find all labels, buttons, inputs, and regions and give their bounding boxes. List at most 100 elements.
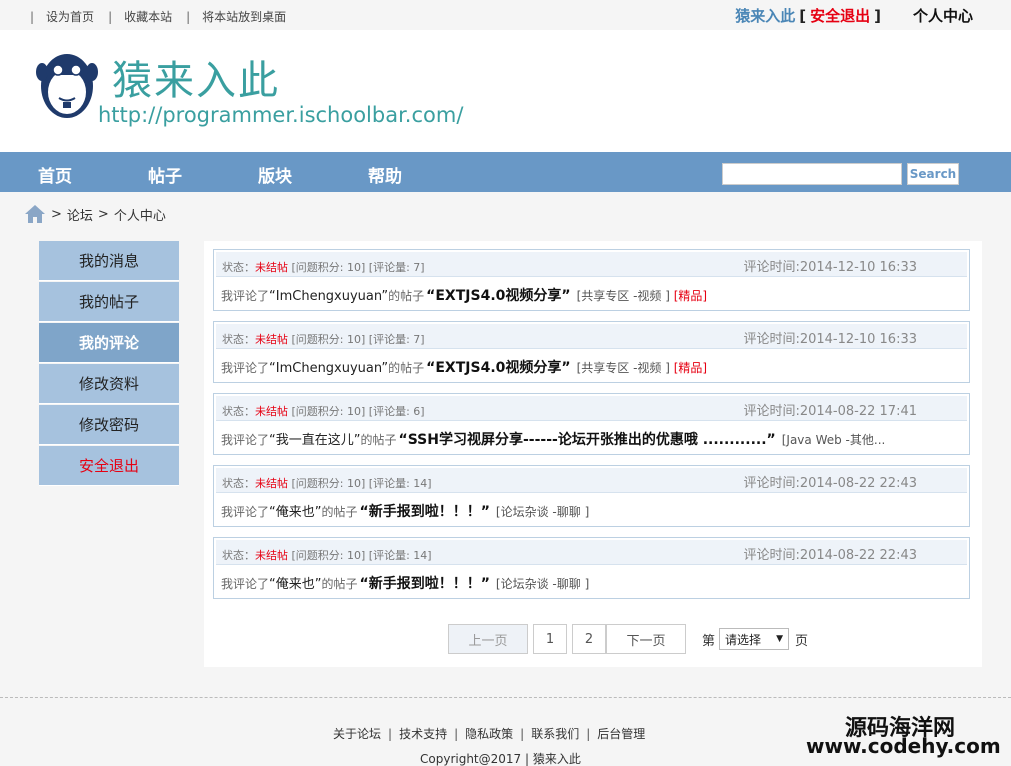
nav-item-help[interactable]: 帮助 [368,162,402,187]
post-author[interactable]: “ImChengxuyuan” [269,361,388,376]
footer-link-support[interactable]: 技术支持 [399,725,447,742]
comment-status: 状态：未结帖 [问题积分: 10] [评论量: 7] [222,331,425,347]
top-links: | 设为首页 | 收藏本站 | 将本站放到桌面 [22,8,286,25]
bracket-close: ] [874,6,881,25]
comment-card-header: 状态：未结帖 [问题积分: 10] [评论量: 7] 评论时间:2014-12-1… [216,252,967,277]
status-label: 状态： [222,261,255,274]
breadcrumb-sep: > [51,206,62,222]
footer-link-sep: | [586,726,591,741]
search-input[interactable] [722,163,902,185]
sidebar-item-my-posts[interactable]: 我的帖子 [39,282,179,322]
comment-mid: 的帖子 [388,289,425,303]
comment-mid: 的帖子 [388,361,425,375]
comment-body: 我评论了“我一直在这儿”的帖子 “SSH学习视屏分享------论坛开张推出的优惠… [221,429,965,449]
comment-meta: [问题积分: 10] [评论量: 7] [291,333,425,346]
comment-card: 状态：未结帖 [问题积分: 10] [评论量: 14] 评论时间:2014-08-… [213,537,970,599]
current-username[interactable]: 猿来入此 [735,5,795,26]
post-featured-tag: [精品] [673,289,708,303]
comment-mid: 的帖子 [360,433,397,447]
post-title-link[interactable]: “新手报到啦！！！” [360,576,490,592]
footer-link-about[interactable]: 关于论坛 [333,725,381,742]
comment-status: 状态：未结帖 [问题积分: 10] [评论量: 6] [222,403,425,419]
post-board-tag[interactable]: [论坛杂谈 -聊聊 ] [496,577,589,591]
comment-prefix: 我评论了 [221,433,270,447]
post-board-tag[interactable]: [共享专区 -视频 ] [577,289,670,303]
page-select-value: 请选择 [725,632,762,647]
status-badge: 未结帖 [255,549,288,562]
comment-body: 我评论了“俺来也”的帖子 “新手报到啦！！！” [论坛杂谈 -聊聊 ] [221,501,965,521]
page-suffix-label: 页 [795,633,809,649]
nav-item-posts[interactable]: 帖子 [148,162,182,187]
post-author[interactable]: “ImChengxuyuan” [269,289,388,304]
comment-prefix: 我评论了 [221,577,270,591]
post-author[interactable]: “我一直在这儿” [269,433,360,448]
page-select[interactable]: 请选择 ▼ [719,628,790,650]
nav-item-boards[interactable]: 版块 [258,162,292,187]
footer-link-privacy[interactable]: 隐私政策 [465,725,513,742]
status-label: 状态： [222,333,255,346]
top-link-sep: | [30,9,35,24]
comment-prefix: 我评论了 [221,505,270,519]
footer-link-sep: | [388,726,393,741]
post-title-link[interactable]: “新手报到啦！！！” [360,504,490,520]
footer-link-contact[interactable]: 联系我们 [531,725,579,742]
next-page-button[interactable]: 下一页 [606,624,686,654]
breadcrumb-forum[interactable]: 论坛 [67,205,93,224]
breadcrumb: > 论坛 > 个人中心 [24,204,166,224]
user-center-link[interactable]: 个人中心 [913,5,973,26]
status-label: 状态： [222,405,255,418]
post-title-link[interactable]: “SSH学习视屏分享------论坛开张推出的优惠哦 ............” [399,432,776,448]
brand-name: 猿来入此 [112,58,280,104]
top-bar: | 设为首页 | 收藏本站 | 将本站放到桌面 猿来入此 [ 安全退出 ] 个人… [0,0,1011,30]
sidebar-item-messages[interactable]: 我的消息 [39,241,179,281]
page-1-button[interactable]: 1 [533,624,567,654]
status-label: 状态： [222,549,255,562]
comment-card: 状态：未结帖 [问题积分: 10] [评论量: 6] 评论时间:2014-08-2… [213,393,970,455]
watermark-url: www.codehy.com [806,734,1001,758]
comment-body: 我评论了“ImChengxuyuan”的帖子 “EXTJS4.0视频分享” [共享专… [221,285,965,305]
comment-status: 状态：未结帖 [问题积分: 10] [评论量: 7] [222,259,425,275]
home-icon[interactable] [24,204,46,224]
comment-card-header: 状态：未结帖 [问题积分: 10] [评论量: 14] 评论时间:2014-08-… [216,468,967,493]
page-2-button[interactable]: 2 [572,624,606,654]
footer-link-admin[interactable]: 后台管理 [597,725,645,742]
comment-time: 评论时间:2014-08-22 17:41 [743,404,917,419]
user-area: 猿来入此 [ 安全退出 ] 个人中心 [735,5,973,26]
sidebar-item-logout[interactable]: 安全退出 [39,446,179,486]
footer-divider [0,697,1011,698]
comment-time: 评论时间:2014-12-10 16:33 [743,332,917,347]
sidebar-item-change-password[interactable]: 修改密码 [39,405,179,445]
post-title-link[interactable]: “EXTJS4.0视频分享” [426,360,570,376]
prev-page-button[interactable]: 上一页 [448,624,528,654]
comment-meta: [问题积分: 10] [评论量: 14] [291,549,432,562]
breadcrumb-current: 个人中心 [113,208,166,224]
post-author[interactable]: “俺来也” [269,505,321,520]
bookmark-link[interactable]: 收藏本站 [124,8,172,25]
pagination: 上一页 1 2 下一页 第 请选择 ▼ 页 [448,624,808,654]
breadcrumb-sep: > [97,206,109,222]
chevron-down-icon: ▼ [776,634,784,644]
comment-card-header: 状态：未结帖 [问题积分: 10] [评论量: 14] 评论时间:2014-08-… [216,540,967,565]
desktop-shortcut-link[interactable]: 将本站放到桌面 [202,8,286,25]
comment-meta: [问题积分: 10] [评论量: 6] [291,405,425,418]
goto-page-label: 第 [702,633,716,649]
post-title-link[interactable]: “EXTJS4.0视频分享” [426,288,570,304]
brand-url: http://programmer.ischoolbar.com/ [98,103,464,127]
logout-link[interactable]: 安全退出 [810,5,870,26]
post-author[interactable]: “俺来也” [269,577,321,592]
sidebar-item-my-comments[interactable]: 我的评论 [39,323,179,363]
post-board-tag[interactable]: [Java Web -其他... [782,433,886,447]
monkey-logo-icon[interactable] [36,40,98,120]
top-link-sep: | [108,9,113,24]
set-homepage-link[interactable]: 设为首页 [46,8,94,25]
nav-item-home[interactable]: 首页 [38,162,72,187]
post-board-tag[interactable]: [共享专区 -视频 ] [577,361,670,375]
top-link-sep: | [186,9,191,24]
comment-time: 评论时间:2014-08-22 22:43 [743,476,917,491]
sidebar-item-edit-profile[interactable]: 修改资料 [39,364,179,404]
comment-meta: [问题积分: 10] [评论量: 7] [291,261,425,274]
post-board-tag[interactable]: [论坛杂谈 -聊聊 ] [496,505,589,519]
search-button[interactable]: Search [907,163,959,185]
footer-link-sep: | [520,726,525,741]
comment-card-header: 状态：未结帖 [问题积分: 10] [评论量: 6] 评论时间:2014-08-2… [216,396,967,421]
